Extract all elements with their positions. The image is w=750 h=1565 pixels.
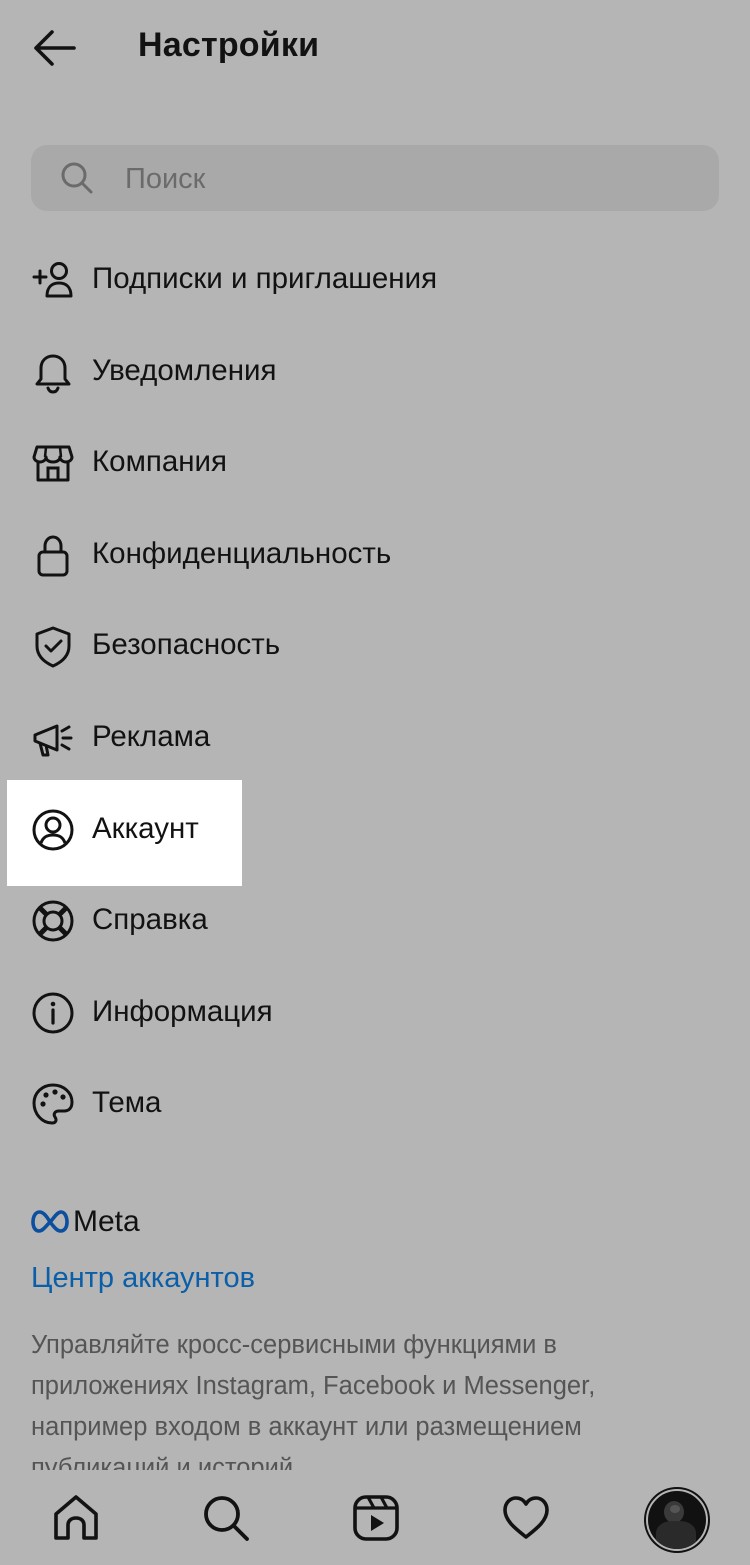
menu-item-security[interactable]: Безопасность (0, 600, 750, 692)
accounts-center-description: Управляйте кросс-сервисными функциями в … (31, 1331, 596, 1470)
shield-icon (35, 626, 71, 668)
tab-search[interactable] (200, 1492, 252, 1544)
search-icon (204, 1496, 249, 1541)
user-circle-icon (32, 809, 74, 851)
menu-item-label: Справка (92, 903, 208, 937)
avatar-photo-body (656, 1521, 696, 1549)
menu-item-theme[interactable]: Тема (0, 1058, 750, 1150)
menu-item-label: Подписки и приглашения (92, 262, 438, 295)
add-person-icon (32, 262, 73, 298)
avatar-photo-highlight (670, 1505, 680, 1513)
palette-icon (32, 1083, 74, 1125)
tab-profile-avatar[interactable] (646, 1489, 708, 1551)
lock-icon (37, 535, 69, 577)
menu-item-label: Конфиденциальность (92, 536, 392, 570)
tab-reels[interactable] (350, 1492, 402, 1544)
back-button[interactable] (28, 24, 80, 72)
meta-infinity-icon (31, 1210, 69, 1233)
menu-item-label: Информация (92, 994, 273, 1028)
menu-item-label: Уведомления (92, 353, 277, 387)
tab-activity[interactable] (500, 1492, 552, 1544)
search-icon (61, 162, 93, 194)
menu-item-business[interactable]: Компания (0, 417, 750, 509)
menu-item-label: Реклама (92, 719, 211, 753)
menu-item-notifications[interactable]: Уведомления (0, 326, 750, 418)
menu-item-label: Компания (92, 445, 227, 479)
settings-menu: Подписки и приглашения Уведомления Компа… (0, 234, 750, 1150)
heart-icon (503, 1496, 549, 1539)
search-bar[interactable] (31, 145, 719, 211)
megaphone-icon (33, 724, 73, 757)
reels-icon (353, 1495, 399, 1541)
tab-home[interactable] (50, 1492, 102, 1544)
menu-item-label: Безопасность (92, 628, 281, 662)
menu-item-account[interactable]: Аккаунт (0, 779, 750, 886)
bell-icon (35, 354, 71, 394)
lifebuoy-icon (32, 900, 74, 942)
page-title: Настройки (138, 26, 320, 64)
menu-item-privacy[interactable]: Конфиденциальность (0, 509, 750, 601)
menu-item-help[interactable]: Справка (0, 875, 750, 967)
header: Настройки (0, 0, 750, 100)
menu-item-ads[interactable]: Реклама (0, 692, 750, 784)
search-input[interactable] (123, 155, 687, 203)
bottom-tab-bar (0, 1472, 750, 1565)
menu-item-label: Аккаунт (92, 811, 199, 845)
shop-icon (32, 445, 74, 482)
menu-item-follows-invites[interactable]: Подписки и приглашения (0, 234, 750, 326)
menu-item-label: Тема (92, 1086, 162, 1120)
accounts-center-link[interactable]: Центр аккаунтов (31, 1262, 255, 1295)
arrow-left-icon (34, 30, 76, 66)
meta-logo-text: Meta (73, 1205, 140, 1238)
menu-item-about[interactable]: Информация (0, 967, 750, 1059)
home-icon (54, 1495, 98, 1540)
info-icon (32, 992, 74, 1034)
